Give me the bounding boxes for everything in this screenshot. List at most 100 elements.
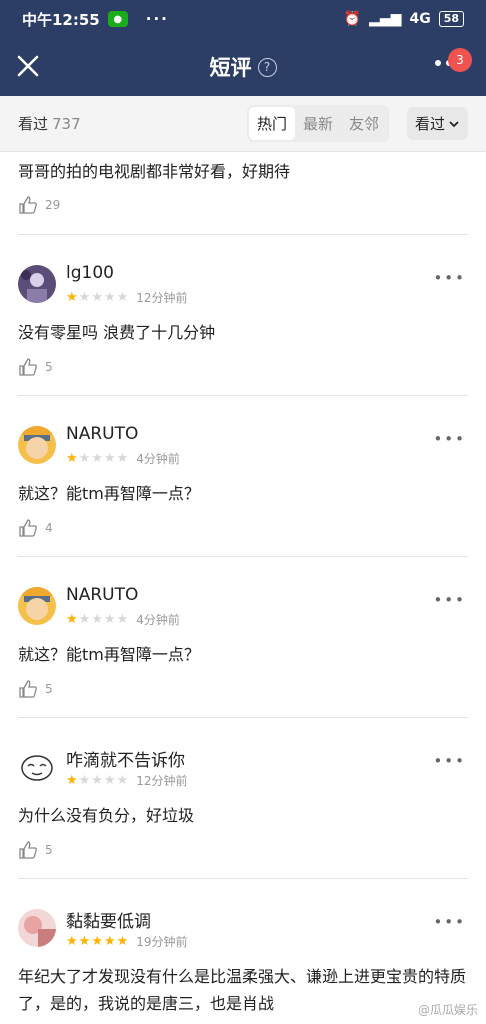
review-item: 咋滴就不告诉你 ★ ★ ★ ★ ★ 12分钟前 ••• 为什么没有负分，好垃圾 5: [18, 718, 468, 879]
review-time: 4分钟前: [136, 452, 180, 466]
reviewer-name[interactable]: 黏黏要低调: [66, 907, 151, 932]
review-time: 12分钟前: [136, 774, 188, 788]
more-options-icon[interactable]: •••: [433, 430, 466, 448]
review-item: NARUTO ★ ★ ★ ★ ★ 4分钟前 ••• 就这？能tm再智障一点？ 5: [18, 557, 468, 718]
star-icon: ★: [116, 612, 129, 627]
tab-hot[interactable]: 热门: [248, 107, 295, 140]
like-button[interactable]: 5: [18, 840, 53, 860]
like-button[interactable]: 5: [18, 679, 53, 699]
review-time: 12分钟前: [136, 291, 188, 305]
reviewer-name[interactable]: NARUTO: [66, 424, 138, 444]
star-icon: ★: [116, 290, 129, 305]
star-icon: ★: [103, 451, 116, 466]
more-options-icon[interactable]: •••: [433, 752, 466, 770]
rating-row: ★ ★ ★ ★ ★ 4分钟前: [66, 450, 180, 467]
thumbs-up-icon: [19, 841, 37, 859]
review-content: 没有零星吗 浪费了十几分钟: [18, 323, 216, 342]
page-title: 短评: [209, 56, 252, 80]
more-options-icon[interactable]: •••: [433, 913, 466, 931]
like-count: 5: [45, 682, 53, 696]
reviewer-name[interactable]: lg100: [66, 263, 114, 283]
chevron-down-icon: [449, 120, 459, 127]
like-count: 4: [45, 521, 53, 535]
like-count: 5: [45, 360, 53, 374]
watermark: @瓜瓜娱乐: [417, 1003, 478, 1017]
review-item: 黏黏要低调 ★ ★ ★ ★ ★ 19分钟前 ••• 年纪大了才发现没有什么是比温柔强大、…: [18, 879, 468, 1024]
star-icon: ★: [78, 290, 91, 305]
star-icon: ★: [78, 451, 91, 466]
seen-count: 737: [52, 115, 81, 133]
notification-badge[interactable]: 3: [448, 48, 472, 72]
avatar[interactable]: [18, 265, 56, 303]
page-title-wrap: 短评 ?: [0, 52, 486, 82]
more-options-icon[interactable]: •••: [433, 269, 466, 287]
thumbs-up-icon: [19, 680, 37, 698]
review-list: 哥哥的拍的电视剧都非常好看，好期待 29 lg100 ★ ★ ★ ★ ★ 12分钟前 •…: [0, 152, 486, 1024]
status-dots: ···: [145, 10, 169, 28]
star-icon: ★: [66, 773, 78, 788]
more-options-icon[interactable]: •••: [433, 591, 466, 609]
star-icon: ★: [78, 934, 91, 949]
status-bar: 中午12:55 ● ··· ⏰ ▂▄▆ 4G 58: [0, 0, 486, 38]
review-time: 19分钟前: [136, 935, 188, 949]
battery-icon: 58: [438, 11, 464, 27]
status-time: 中午12:55: [22, 10, 100, 29]
close-icon[interactable]: [14, 52, 42, 80]
star-icon: ★: [103, 612, 116, 627]
avatar[interactable]: [18, 587, 56, 625]
thumbs-up-icon: [19, 358, 37, 376]
thumbs-up-icon: [19, 519, 37, 537]
avatar[interactable]: [18, 748, 56, 786]
star-icon: ★: [91, 934, 103, 949]
wechat-icon: ●: [107, 11, 128, 27]
seen-count-label: 看过 737: [18, 113, 81, 134]
alarm-icon: ⏰: [343, 11, 362, 27]
star-icon: ★: [103, 773, 116, 788]
seen-label: 看过: [18, 115, 49, 133]
like-button[interactable]: 29: [18, 195, 60, 215]
star-icon: ★: [91, 451, 103, 466]
star-icon: ★: [91, 290, 103, 305]
star-icon: ★: [78, 612, 91, 627]
star-icon: ★: [66, 612, 78, 627]
star-icon: ★: [103, 290, 116, 305]
star-rating: ★ ★ ★ ★ ★: [66, 613, 128, 626]
star-icon: ★: [66, 451, 78, 466]
review-content: 就这？能tm再智障一点？: [18, 645, 200, 664]
avatar[interactable]: [18, 909, 56, 947]
like-count: 29: [45, 198, 61, 212]
filter-bar: 看过 737 热门 最新 友邻 看过: [0, 96, 486, 152]
like-button[interactable]: 4: [18, 518, 53, 538]
avatar[interactable]: [18, 426, 56, 464]
reviewer-name[interactable]: 咋滴就不告诉你: [66, 746, 185, 771]
review-content: 为什么没有负分，好垃圾: [18, 806, 195, 825]
rating-row: ★ ★ ★ ★ ★ 19分钟前: [66, 933, 188, 950]
help-icon[interactable]: ?: [257, 57, 277, 77]
viewed-filter-button[interactable]: 看过: [406, 107, 468, 140]
review-content: 哥哥的拍的电视剧都非常好看，好期待: [18, 162, 291, 181]
review-content: 就这？能tm再智障一点？: [18, 484, 200, 503]
star-icon: ★: [66, 290, 78, 305]
review-time: 4分钟前: [136, 613, 180, 627]
review-item: NARUTO ★ ★ ★ ★ ★ 4分钟前 ••• 就这？能tm再智障一点？ 4: [18, 396, 468, 557]
like-count: 5: [45, 843, 53, 857]
rating-row: ★ ★ ★ ★ ★ 12分钟前: [66, 289, 188, 306]
signal-icon: ▂▄▆: [369, 11, 402, 27]
viewed-filter-label: 看过: [414, 115, 445, 133]
rating-row: ★ ★ ★ ★ ★ 12分钟前: [66, 772, 188, 789]
star-icon: ★: [91, 773, 103, 788]
sort-tabs: 热门 最新 友邻: [246, 105, 389, 142]
star-rating: ★ ★ ★ ★ ★: [66, 774, 128, 787]
star-icon: ★: [116, 451, 129, 466]
star-icon: ★: [116, 934, 129, 949]
thumbs-up-icon: [19, 196, 37, 214]
reviewer-name[interactable]: NARUTO: [66, 585, 138, 605]
star-rating: ★ ★ ★ ★ ★: [66, 452, 128, 465]
tab-friends[interactable]: 友邻: [341, 107, 387, 140]
review-content: 年纪大了才发现没有什么是比温柔强大、谦逊上进更宝贵的特质了，是的，我说的是唐三，…: [18, 967, 467, 1013]
star-rating: ★ ★ ★ ★ ★: [66, 291, 128, 304]
tab-latest[interactable]: 最新: [295, 107, 341, 140]
like-button[interactable]: 5: [18, 357, 53, 377]
star-icon: ★: [116, 773, 129, 788]
star-icon: ★: [103, 934, 116, 949]
